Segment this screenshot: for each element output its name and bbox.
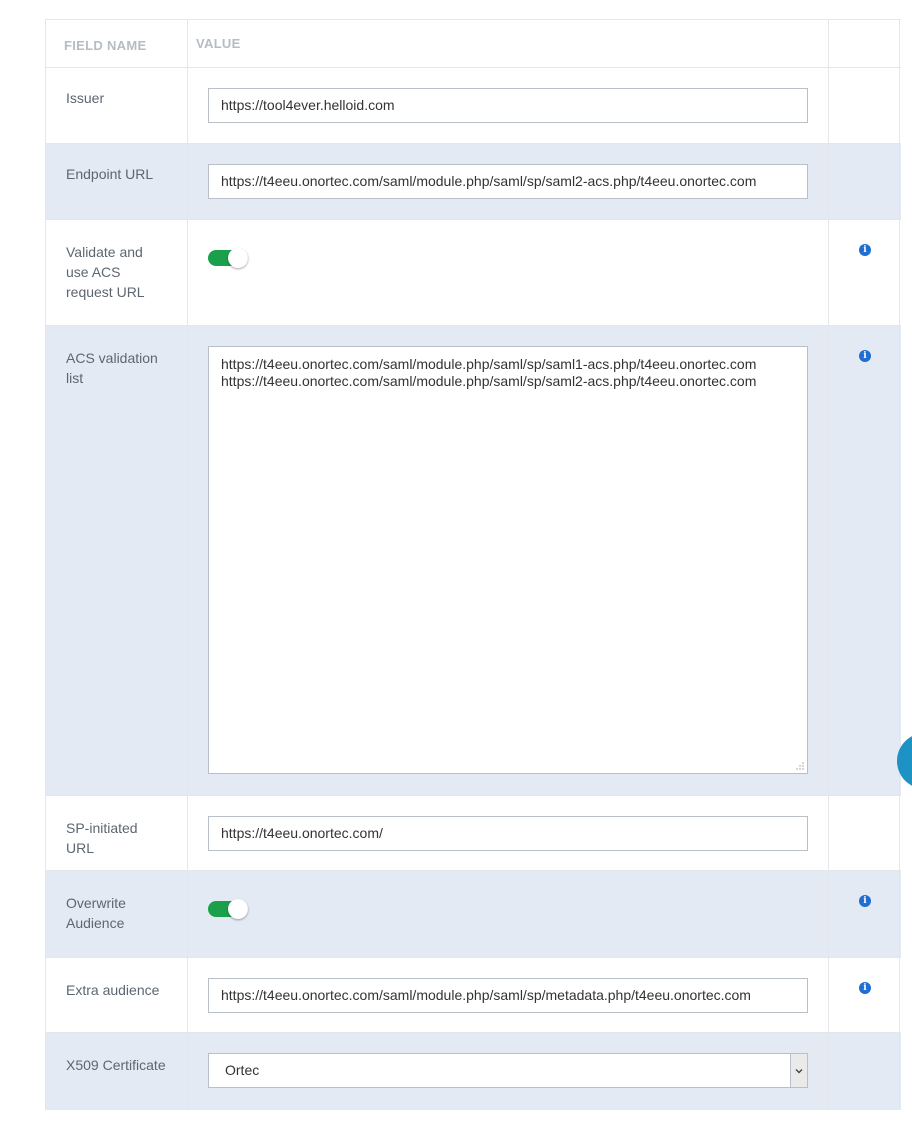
acs-info-cell: i — [829, 326, 900, 795]
extra-audience-info-cell: i — [829, 958, 900, 1032]
endpoint-info-cell — [829, 144, 900, 219]
acs-validation-list-label: ACS validation list — [46, 326, 188, 795]
row-issuer: Issuer https://tool4ever.helloid.com — [46, 68, 901, 144]
row-x509-certificate: X509 Certificate Ortec — [46, 1033, 901, 1110]
issuer-label: Issuer — [46, 68, 188, 143]
endpoint-url-label: Endpoint URL — [46, 144, 188, 219]
acs-line: https://t4eeu.onortec.com/saml/module.ph… — [221, 356, 757, 372]
toggle-knob — [228, 248, 248, 268]
overwrite-audience-label: Overwrite Audience — [46, 871, 188, 957]
endpoint-url-cell: https://t4eeu.onortec.com/saml/module.ph… — [188, 144, 829, 219]
x509-certificate-label: X509 Certificate — [46, 1033, 188, 1109]
x509-selected-value: Ortec — [225, 1062, 260, 1078]
sp-info-cell — [829, 796, 900, 870]
header-field-name: FIELD NAME — [46, 20, 188, 67]
issuer-cell: https://tool4ever.helloid.com — [188, 68, 829, 143]
header-info — [829, 20, 900, 67]
validate-acs-toggle[interactable] — [208, 248, 248, 268]
x509-certificate-cell: Ortec — [188, 1033, 829, 1109]
acs-validation-list-cell: https://t4eeu.onortec.com/saml/module.ph… — [188, 326, 829, 795]
validate-acs-cell — [188, 220, 829, 325]
issuer-info-cell — [829, 68, 900, 143]
row-sp-initiated-url: SP-initiated URL https://t4eeu.onortec.c… — [46, 796, 901, 871]
info-icon[interactable]: i — [859, 895, 871, 907]
chevron-down-icon[interactable] — [790, 1054, 807, 1087]
sp-initiated-url-input[interactable]: https://t4eeu.onortec.com/ — [208, 816, 808, 851]
row-acs-validation-list: ACS validation list https://t4eeu.onorte… — [46, 326, 901, 796]
row-extra-audience: Extra audience https://t4eeu.onortec.com… — [46, 958, 901, 1033]
issuer-input[interactable]: https://tool4ever.helloid.com — [208, 88, 808, 123]
validate-info-cell: i — [829, 220, 900, 325]
row-overwrite-audience: Overwrite Audience i — [46, 871, 901, 958]
overwrite-audience-toggle[interactable] — [208, 899, 248, 919]
overwrite-info-cell: i — [829, 871, 900, 957]
extra-audience-cell: https://t4eeu.onortec.com/saml/module.ph… — [188, 958, 829, 1032]
toggle-knob — [228, 899, 248, 919]
info-icon[interactable]: i — [859, 350, 871, 362]
sp-initiated-url-label: SP-initiated URL — [46, 796, 188, 870]
sp-initiated-url-cell: https://t4eeu.onortec.com/ — [188, 796, 829, 870]
validate-acs-label: Validate and use ACS request URL — [46, 220, 188, 325]
saml-settings-table: FIELD NAME VALUE Issuer https://tool4eve… — [45, 19, 901, 1110]
header-value: VALUE — [188, 20, 829, 67]
overwrite-audience-cell — [188, 871, 829, 957]
acs-validation-list-textarea[interactable]: https://t4eeu.onortec.com/saml/module.ph… — [208, 346, 808, 774]
info-icon[interactable]: i — [859, 982, 871, 994]
x509-certificate-select[interactable]: Ortec — [208, 1053, 808, 1088]
row-validate-acs: Validate and use ACS request URL i — [46, 220, 901, 326]
extra-audience-input[interactable]: https://t4eeu.onortec.com/saml/module.ph… — [208, 978, 808, 1013]
endpoint-url-input[interactable]: https://t4eeu.onortec.com/saml/module.ph… — [208, 164, 808, 199]
resize-grip-icon[interactable] — [796, 762, 804, 770]
extra-audience-label: Extra audience — [46, 958, 188, 1032]
x509-info-cell — [829, 1033, 900, 1109]
acs-line: https://t4eeu.onortec.com/saml/module.ph… — [221, 373, 757, 389]
row-endpoint-url: Endpoint URL https://t4eeu.onortec.com/s… — [46, 144, 901, 220]
info-icon[interactable]: i — [859, 244, 871, 256]
table-header: FIELD NAME VALUE — [46, 20, 901, 68]
